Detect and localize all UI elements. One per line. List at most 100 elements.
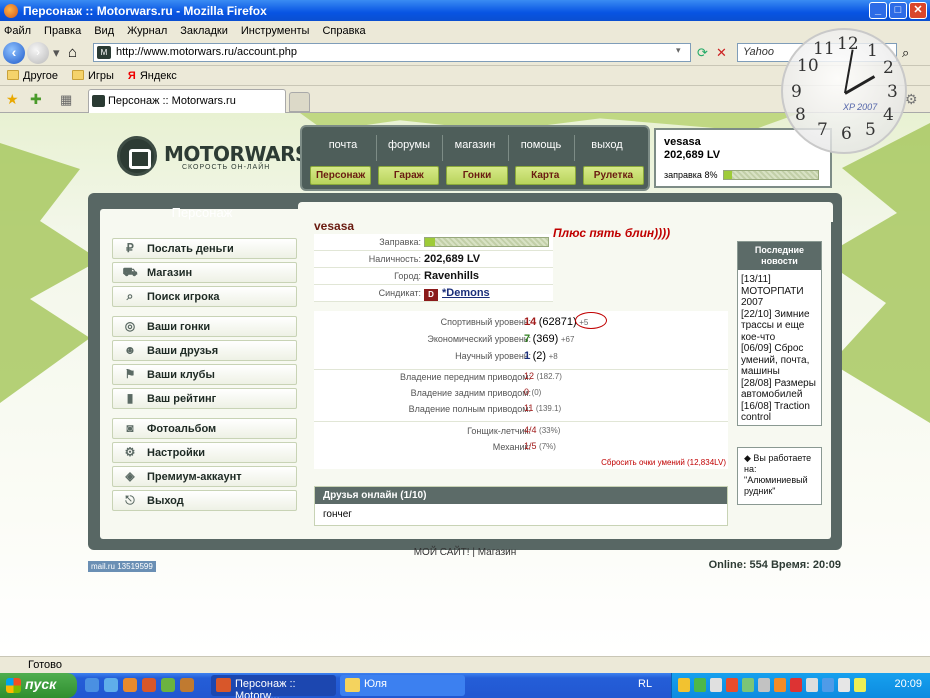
skill-racer: Гонщик-летчик: 4/4 (33%) [314,424,728,440]
app-icon[interactable] [180,678,194,692]
menu-settings[interactable]: ⚙ Настройки [112,442,297,463]
app-icon[interactable] [123,678,137,692]
city-value: Ravenhills [424,270,480,282]
tray-icon[interactable] [790,678,802,692]
news-item[interactable]: [22/10] Зимние трассы и еще кое-что [741,309,818,344]
news-item[interactable]: [13/11] МОТОРПАТИ 2007 [741,274,818,309]
menu-tools[interactable]: Инструменты [241,25,310,37]
menu-view[interactable]: Вид [94,25,114,37]
nav-races-button[interactable]: Гонки [446,166,508,185]
new-tab-button[interactable] [289,92,310,112]
tab-list-icon[interactable]: ▦ [60,92,72,108]
menu-send-money[interactable]: ₽ Послать деньги [112,238,297,259]
forward-button[interactable]: › [27,42,49,64]
decor-grass-left [0,143,100,403]
home-icon[interactable]: ⌂ [68,44,77,61]
news-item[interactable]: [06/09] Сброс умений, почта, машины [741,343,818,378]
stats-panel: Спортивный уровень: 14 (62871) +5 Эконом… [314,311,728,469]
history-dropdown-icon[interactable]: ▾ [53,45,60,61]
menu-premium[interactable]: ◈ Премиум-аккаунт [112,466,297,487]
tray-icon[interactable] [838,678,850,692]
tray-icon[interactable] [694,678,706,692]
star-icon[interactable]: ★ [6,91,19,108]
footer-links[interactable]: МОЙ САЙТ! | Магазин [0,547,930,558]
tray-icon[interactable] [854,678,866,692]
nav-forums[interactable]: форумы [376,139,442,151]
tray-icon[interactable] [822,678,834,692]
menu-your-rating[interactable]: ▮ Ваш рейтинг [112,388,297,409]
reload-icon[interactable]: ⟳ [697,45,708,61]
menu-your-races[interactable]: ◎ Ваши гонки [112,316,297,337]
stop-icon[interactable]: ✕ [716,45,727,61]
tray-icon[interactable] [678,678,690,692]
language-indicator[interactable]: RL [638,678,652,690]
menu-photo-album[interactable]: ◙ Фотоальбом [112,418,297,439]
nav-mail[interactable]: почта [310,139,376,151]
maximize-button[interactable]: □ [889,2,907,19]
stat-label: Владение полным приводом: [408,404,531,414]
friend-link[interactable]: гончег [323,509,352,520]
start-button[interactable]: пуск [0,673,77,698]
nav-garage-button[interactable]: Гараж [378,166,440,185]
tray-icon[interactable] [726,678,738,692]
tray-icon[interactable] [710,678,722,692]
back-button[interactable]: ‹ [3,42,25,64]
fuel-fill [724,171,732,179]
address-bar[interactable]: M http://www.motorwars.ru/account.php [93,43,691,62]
work-place[interactable]: "Алюминиевый рудник" [744,475,815,497]
tab-current[interactable]: Персонаж :: Motorwars.ru [88,89,286,113]
syndicate-label: Синдикат: [378,288,421,298]
menu-file[interactable]: Файл [4,25,31,37]
nav-logout[interactable]: выход [574,139,640,151]
menu-edit[interactable]: Правка [44,25,81,37]
nav-roulette-button[interactable]: Рулетка [582,166,645,185]
bookmark-yandex[interactable]: Я Яндекс [128,70,177,82]
search-icon[interactable]: ⌕ [902,45,909,61]
window-controls: _ □ ✕ [869,2,927,19]
desktop-icon[interactable] [104,678,118,692]
nav-shop[interactable]: магазин [442,139,508,151]
divider [508,135,509,161]
firefox-icon[interactable] [142,678,156,692]
url-dropdown-icon[interactable]: ▾ [676,45,681,56]
nav-help[interactable]: помощь [508,139,574,151]
menu-your-friends[interactable]: ☻ Ваши друзья [112,340,297,361]
address-text: http://www.motorwars.ru/account.php [116,46,297,58]
menu-history[interactable]: Журнал [127,25,167,37]
menu-exit[interactable]: ⎋ Выход [112,490,297,511]
icq-icon[interactable] [161,678,175,692]
tray-icon[interactable] [774,678,786,692]
ie-icon[interactable] [85,678,99,692]
stat-awd: Владение полным приводом: 11 (139.1) [314,402,728,418]
news-item[interactable]: [16/08] Traction control [741,401,818,424]
menu-help[interactable]: Справка [322,25,365,37]
reset-skills-link[interactable]: Сбросить очки умений (12,834LV) [601,458,726,467]
bookmark-games[interactable]: Игры [71,69,114,82]
nav-map-button[interactable]: Карта [514,166,576,185]
nav-character-button[interactable]: Персонаж [310,166,372,185]
window-titlebar: Персонаж :: Motorwars.ru - Mozilla Firef… [0,0,930,21]
minimize-button[interactable]: _ [869,2,887,19]
stat-rwd: Владение задним приводом: 0 (0) [314,386,728,402]
add-bookmark-icon[interactable]: ✚ [30,91,42,108]
bookmark-other[interactable]: Другое [7,69,58,82]
close-window-button[interactable]: ✕ [909,2,927,19]
row-syndicate: Синдикат: D *Demons [314,285,553,302]
mailru-counter[interactable]: mail.ru 13519599 [88,561,156,572]
menu-find-player[interactable]: ⌕ Поиск игрока [112,286,297,307]
task-chat[interactable]: Юля [340,675,465,696]
premium-icon: ◈ [125,469,135,483]
taskbar: пуск Персонаж :: Motorw... Юля RL 20:09 [0,673,930,698]
menu-bookmarks[interactable]: Закладки [180,25,228,37]
task-firefox[interactable]: Персонаж :: Motorw... [211,675,336,698]
fuel-progress-bar [723,170,820,180]
syndicate-link[interactable]: *Demons [442,287,490,299]
tray-icon[interactable] [806,678,818,692]
menu-your-clubs[interactable]: ⚑ Ваши клубы [112,364,297,385]
fuel-label: заправка 8% [664,170,718,180]
menu-bar: Файл Правка Вид Журнал Закладки Инструме… [0,21,930,40]
tray-icon[interactable] [742,678,754,692]
tray-icon[interactable] [758,678,770,692]
menu-shop[interactable]: ⛟ Магазин [112,262,297,283]
news-item[interactable]: [28/08] Размеры автомобилей [741,378,818,401]
